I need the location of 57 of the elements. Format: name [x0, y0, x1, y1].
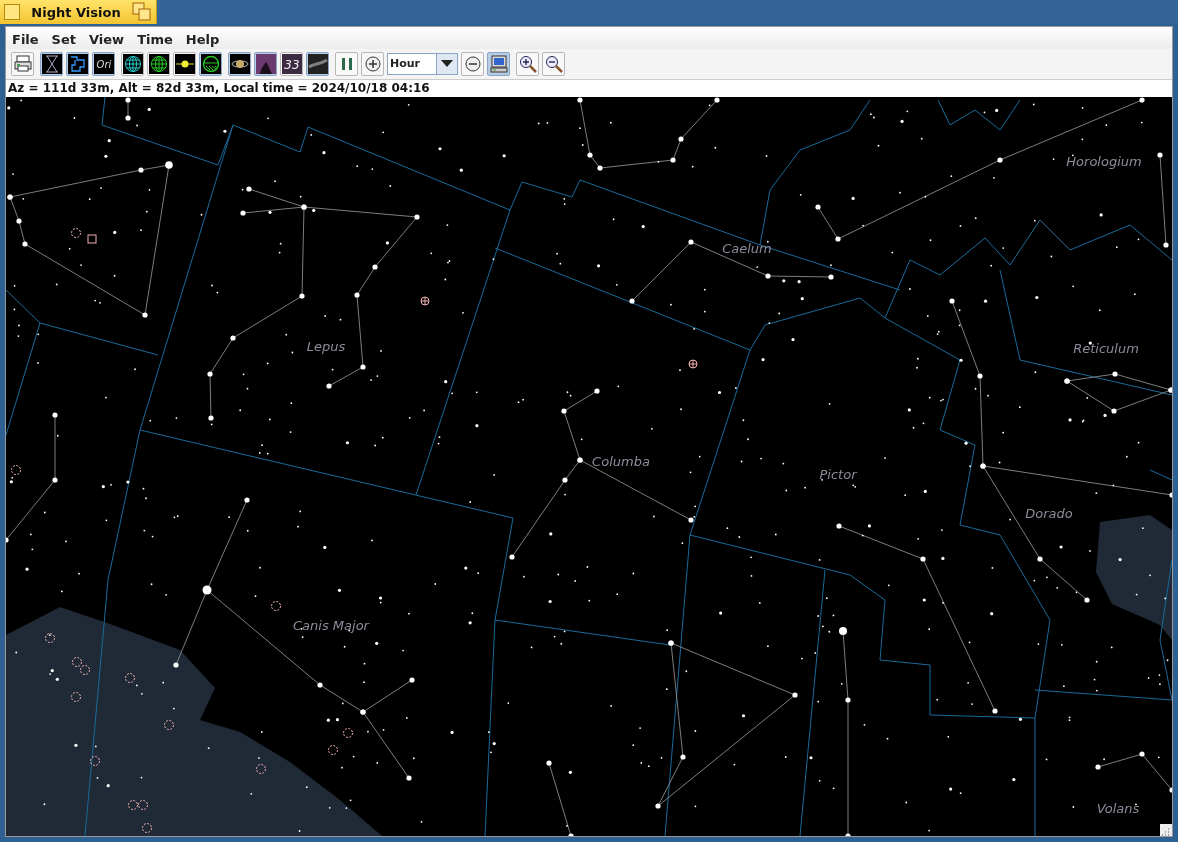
zoomout-icon — [543, 54, 564, 74]
computer-icon — [488, 54, 509, 74]
constellation-label: Dorado — [1025, 506, 1073, 521]
constellation-label: Columba — [592, 454, 650, 469]
ecliptic-icon — [174, 54, 195, 74]
ecliptic-toggle-button[interactable] — [173, 52, 196, 76]
milkyway-toggle-button[interactable] — [306, 52, 329, 76]
lines-icon — [41, 54, 62, 74]
constellation-label: Reticulum — [1073, 341, 1139, 356]
menu-item[interactable]: Set — [51, 31, 76, 47]
print-icon — [12, 54, 33, 74]
toolbar-icon-label: Ori — [96, 59, 111, 70]
time-step-dropdown[interactable]: Hour — [387, 53, 458, 75]
pause-toggle-button[interactable] — [335, 52, 358, 76]
altaz-icon — [148, 54, 169, 74]
star-chart-canvas[interactable]: Horologium Caelum Lepus Reticulum Columba Pictor Dorado Canis Major Volans — [6, 97, 1172, 836]
resize-grip-icon[interactable] — [1160, 824, 1172, 836]
constellation-label: Volans — [1096, 801, 1140, 816]
nebulae-toggle-button[interactable] — [254, 52, 277, 76]
lines-toggle-button[interactable] — [40, 52, 63, 76]
messier-toggle-button[interactable]: 33 — [280, 52, 303, 76]
plus-toggle-button[interactable] — [361, 52, 384, 76]
minus-icon — [462, 54, 483, 74]
equatorial-toggle-button[interactable] — [121, 52, 144, 76]
constellation-label: Horologium — [1066, 154, 1142, 169]
minus-toggle-button[interactable] — [461, 52, 484, 76]
status-text: Az = 111d 33m, Alt = 82d 33m, Local time = 2024/10/18 04:16 — [6, 80, 1172, 97]
nebulae-icon — [255, 54, 276, 74]
milkyway-icon — [307, 54, 328, 74]
window-title: Night Vision — [30, 4, 122, 20]
zoomin-icon — [517, 54, 538, 74]
toolbar-icon-label: 33 — [283, 58, 300, 72]
zoomin-toggle-button[interactable] — [516, 52, 539, 76]
menu-item[interactable]: File — [12, 31, 39, 47]
constellation-label: Lepus — [306, 339, 346, 354]
restore-icon[interactable] — [132, 2, 152, 22]
names-toggle-button[interactable]: Ori — [92, 52, 115, 76]
menu-item[interactable]: Help — [185, 31, 220, 47]
planets-icon — [229, 54, 250, 74]
zoomout-toggle-button[interactable] — [542, 52, 565, 76]
constellation-label: Canis Major — [293, 618, 369, 633]
computer-toggle-button[interactable] — [487, 52, 510, 76]
horizon-toggle-button[interactable] — [199, 52, 222, 76]
altaz-toggle-button[interactable] — [147, 52, 170, 76]
horizon-icon — [200, 54, 221, 74]
constellation-label: Caelum — [722, 241, 772, 256]
equatorial-icon — [122, 54, 143, 74]
constellation-label: Pictor — [819, 467, 857, 482]
boundaries-icon — [67, 54, 88, 74]
window-menu-icon[interactable] — [4, 4, 20, 20]
planets-toggle-button[interactable] — [228, 52, 251, 76]
menu-item[interactable]: Time — [137, 31, 173, 47]
print-toggle-button[interactable] — [11, 52, 34, 76]
boundaries-toggle-button[interactable] — [66, 52, 89, 76]
plus-icon — [362, 54, 383, 74]
time-step-value: Hour — [389, 56, 422, 72]
menu-item[interactable]: View — [89, 31, 125, 47]
